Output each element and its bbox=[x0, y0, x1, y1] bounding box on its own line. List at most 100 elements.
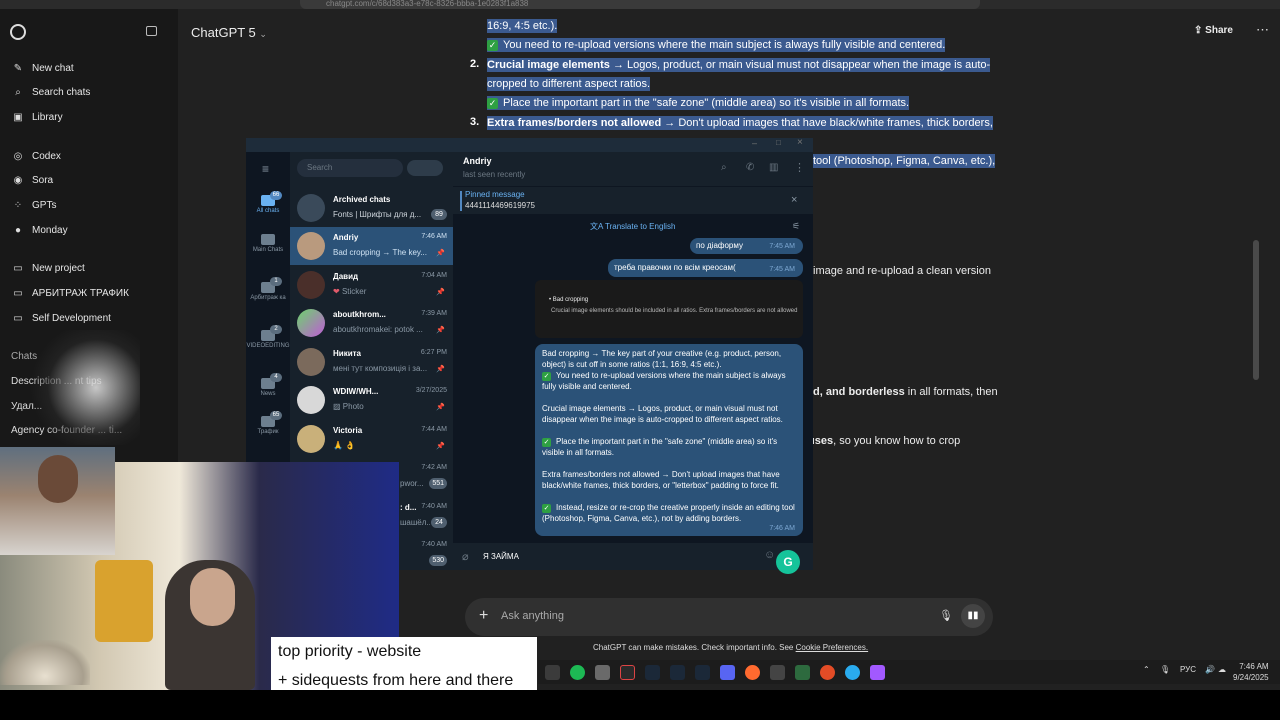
language-indicator[interactable]: РУС bbox=[1180, 665, 1196, 674]
answer-text: Place the important part in the "safe zo… bbox=[503, 97, 910, 109]
discord-icon[interactable] bbox=[720, 665, 735, 680]
composer-placeholder[interactable]: Ask anything bbox=[501, 610, 564, 622]
folder-badge: 2 bbox=[270, 325, 282, 334]
telegram-icon[interactable] bbox=[845, 665, 860, 680]
spotify-icon[interactable] bbox=[570, 665, 585, 680]
close-icon[interactable]: × bbox=[797, 137, 803, 148]
chevron-down-icon: ⌄ bbox=[259, 29, 267, 39]
close-pinned-icon[interactable]: × bbox=[791, 194, 797, 206]
search-icon[interactable]: ⌕ bbox=[721, 162, 727, 173]
attach-icon[interactable]: ⌀ bbox=[462, 550, 469, 563]
sidebar-item-codex[interactable]: ◎ Codex bbox=[12, 150, 61, 162]
chat-time: 7:39 AM bbox=[421, 310, 447, 317]
sidebar-item-monday[interactable]: ● Monday bbox=[12, 224, 68, 236]
main-scrollbar[interactable] bbox=[1253, 240, 1259, 380]
conversation-name[interactable]: Andriy bbox=[463, 156, 492, 166]
message-time: 7:45 AM bbox=[769, 243, 795, 250]
chat-item-victoria[interactable]: Victoria 7:44 AM 🙏 👌 📌 bbox=[290, 420, 453, 458]
sidebar-item-gpts[interactable]: ⁘ GPTs bbox=[12, 199, 57, 211]
sidebar-item-new-project[interactable]: ▭ New project bbox=[12, 262, 85, 274]
url-bar[interactable]: chatgpt.com/c/68d383a3-e78c-8326-bbba-1e… bbox=[300, 0, 980, 9]
grammarly-icon[interactable]: G bbox=[776, 550, 800, 574]
message-bubble-outgoing: по діаформу 7:45 AM bbox=[690, 238, 803, 254]
message-text: треба правочки по всім креосам( bbox=[614, 263, 736, 272]
plus-icon[interactable]: + bbox=[479, 607, 488, 625]
chrome-icon[interactable] bbox=[820, 665, 835, 680]
chat-item-aboutkhrom[interactable]: aboutkhrom... 7:39 AM aboutkhromakei: po… bbox=[290, 304, 453, 342]
folder-arbitrage[interactable]: Арбитраж ка bbox=[246, 282, 290, 301]
sidebar-item-library[interactable]: ▣ Library bbox=[12, 111, 62, 123]
tray-chevron-icon[interactable]: ⌃ bbox=[1143, 665, 1150, 674]
more-options-icon[interactable]: ⋮ bbox=[794, 161, 805, 174]
folder-all-chats[interactable]: All chats bbox=[246, 195, 290, 214]
app-icon[interactable] bbox=[795, 665, 810, 680]
sidebar-item-project-arbitrage[interactable]: ▭ АРБИТРАЖ ТРАФИК bbox=[12, 287, 129, 299]
microphone-tray-icon[interactable]: 🎙 bbox=[1160, 665, 1170, 674]
sidebar-item-search-chats[interactable]: ⌕ Search chats bbox=[12, 86, 90, 98]
chat-item-david[interactable]: Давид 7:04 AM ❤ Sticker 📌 bbox=[290, 266, 453, 304]
folder-videoediting[interactable]: VIDEOEDITING bbox=[246, 330, 290, 349]
message-text: ✓ You need to re-upload versions where th… bbox=[542, 370, 800, 392]
pinned-message-bar[interactable]: Pinned message 4441114469619975 × bbox=[453, 186, 813, 214]
chat-preview: Bad cropping → The key... bbox=[333, 248, 427, 257]
input-value[interactable]: Я ЗАЙМА bbox=[483, 552, 519, 561]
minimize-icon[interactable]: – bbox=[752, 138, 757, 148]
sidebar-item-sora[interactable]: ◉ Sora bbox=[12, 174, 54, 186]
answer-line: Extra frames/borders not allowed → Don't… bbox=[487, 116, 993, 130]
app-icon[interactable] bbox=[620, 665, 635, 680]
chat-item-andriy[interactable]: Andriy 7:46 AM Bad cropping → The key...… bbox=[290, 227, 453, 265]
sidebar-item-new-chat[interactable]: ✎ New chat bbox=[12, 62, 74, 74]
app-icon[interactable] bbox=[770, 665, 785, 680]
browser-icon[interactable] bbox=[745, 665, 760, 680]
phone-icon[interactable]: ✆ bbox=[746, 162, 754, 173]
folder-main-chats[interactable]: Main Chats bbox=[246, 234, 290, 253]
steam-icon[interactable] bbox=[695, 665, 710, 680]
chat-preview: шашёл... bbox=[400, 518, 430, 527]
steam-icon[interactable] bbox=[645, 665, 660, 680]
voice-mode-icon[interactable]: ▮▮ bbox=[961, 604, 985, 628]
chat-name: Никита bbox=[333, 349, 361, 358]
openai-logo-icon[interactable] bbox=[10, 24, 26, 40]
translate-button[interactable]: 文A Translate to English bbox=[590, 221, 675, 232]
folder-traffic[interactable]: Трафик bbox=[246, 416, 290, 435]
microphone-icon[interactable]: 🎙 bbox=[939, 609, 953, 622]
chat-preview-text: Photo bbox=[342, 402, 364, 411]
stories-avatars[interactable] bbox=[407, 160, 443, 176]
sidebar-item-project-self-development[interactable]: ▭ Self Development bbox=[12, 312, 111, 324]
telegram-message-input[interactable]: ⌀ Я ЗАЙМА ☺ G bbox=[453, 543, 813, 574]
taskbar-clock[interactable]: 7:46 AM 9/24/2025 bbox=[1233, 661, 1269, 683]
cloud-icon[interactable]: ☁ bbox=[1218, 665, 1226, 674]
suitcase-image bbox=[95, 560, 153, 642]
chat-item-archived[interactable]: Archived chats Fonts | Шрифты для д... 8… bbox=[290, 189, 453, 227]
sidebar-item-label: Self Development bbox=[32, 312, 111, 324]
volume-icon[interactable]: 🔊 bbox=[1205, 665, 1215, 674]
sidebar-panel-icon[interactable]: ▥ bbox=[769, 162, 778, 173]
message-composer[interactable]: + Ask anything 🎙 ▮▮ bbox=[465, 598, 993, 636]
image-caption-text: Crucial image elements should be include… bbox=[551, 308, 798, 314]
chat-preview: 🙏 👌 bbox=[333, 441, 356, 450]
more-options-icon[interactable]: ⋯ bbox=[1256, 22, 1269, 38]
share-button[interactable]: ⇪ Share bbox=[1194, 25, 1233, 36]
chat-item-wdiw[interactable]: WDIW/WH... 3/27/2025 ▨ Photo 📌 bbox=[290, 381, 453, 419]
app-icon[interactable] bbox=[545, 665, 560, 680]
image-message[interactable]: • Bad cropping Crucial image elements sh… bbox=[535, 280, 803, 338]
chat-time: 7:04 AM bbox=[421, 272, 447, 279]
chat-item-nikita[interactable]: Никита 6:27 PM мені тут композиція і за.… bbox=[290, 343, 453, 381]
hamburger-menu-icon[interactable]: ≡ bbox=[262, 162, 269, 176]
maximize-icon[interactable]: □ bbox=[776, 138, 781, 147]
calculator-icon[interactable] bbox=[595, 665, 610, 680]
image-title-text: Bad cropping bbox=[552, 297, 589, 303]
folder-news[interactable]: News bbox=[246, 378, 290, 397]
library-icon: ▣ bbox=[13, 111, 23, 123]
sticker-sketch-image bbox=[30, 330, 140, 445]
folder-label: Арбитраж ка bbox=[250, 295, 286, 301]
figma-icon[interactable] bbox=[870, 665, 885, 680]
emoji-icon[interactable]: ☺ bbox=[764, 549, 775, 561]
cookie-preferences-link[interactable]: Cookie Preferences. bbox=[796, 643, 868, 652]
telegram-search-input[interactable]: Search bbox=[297, 159, 403, 177]
translate-settings-icon[interactable]: ⚟ bbox=[792, 221, 800, 232]
model-selector[interactable]: ChatGPT 5 ⌄ bbox=[191, 25, 267, 40]
message-time: 7:45 AM bbox=[769, 266, 795, 273]
steam-icon[interactable] bbox=[670, 665, 685, 680]
sidebar-toggle-icon[interactable] bbox=[146, 26, 157, 36]
